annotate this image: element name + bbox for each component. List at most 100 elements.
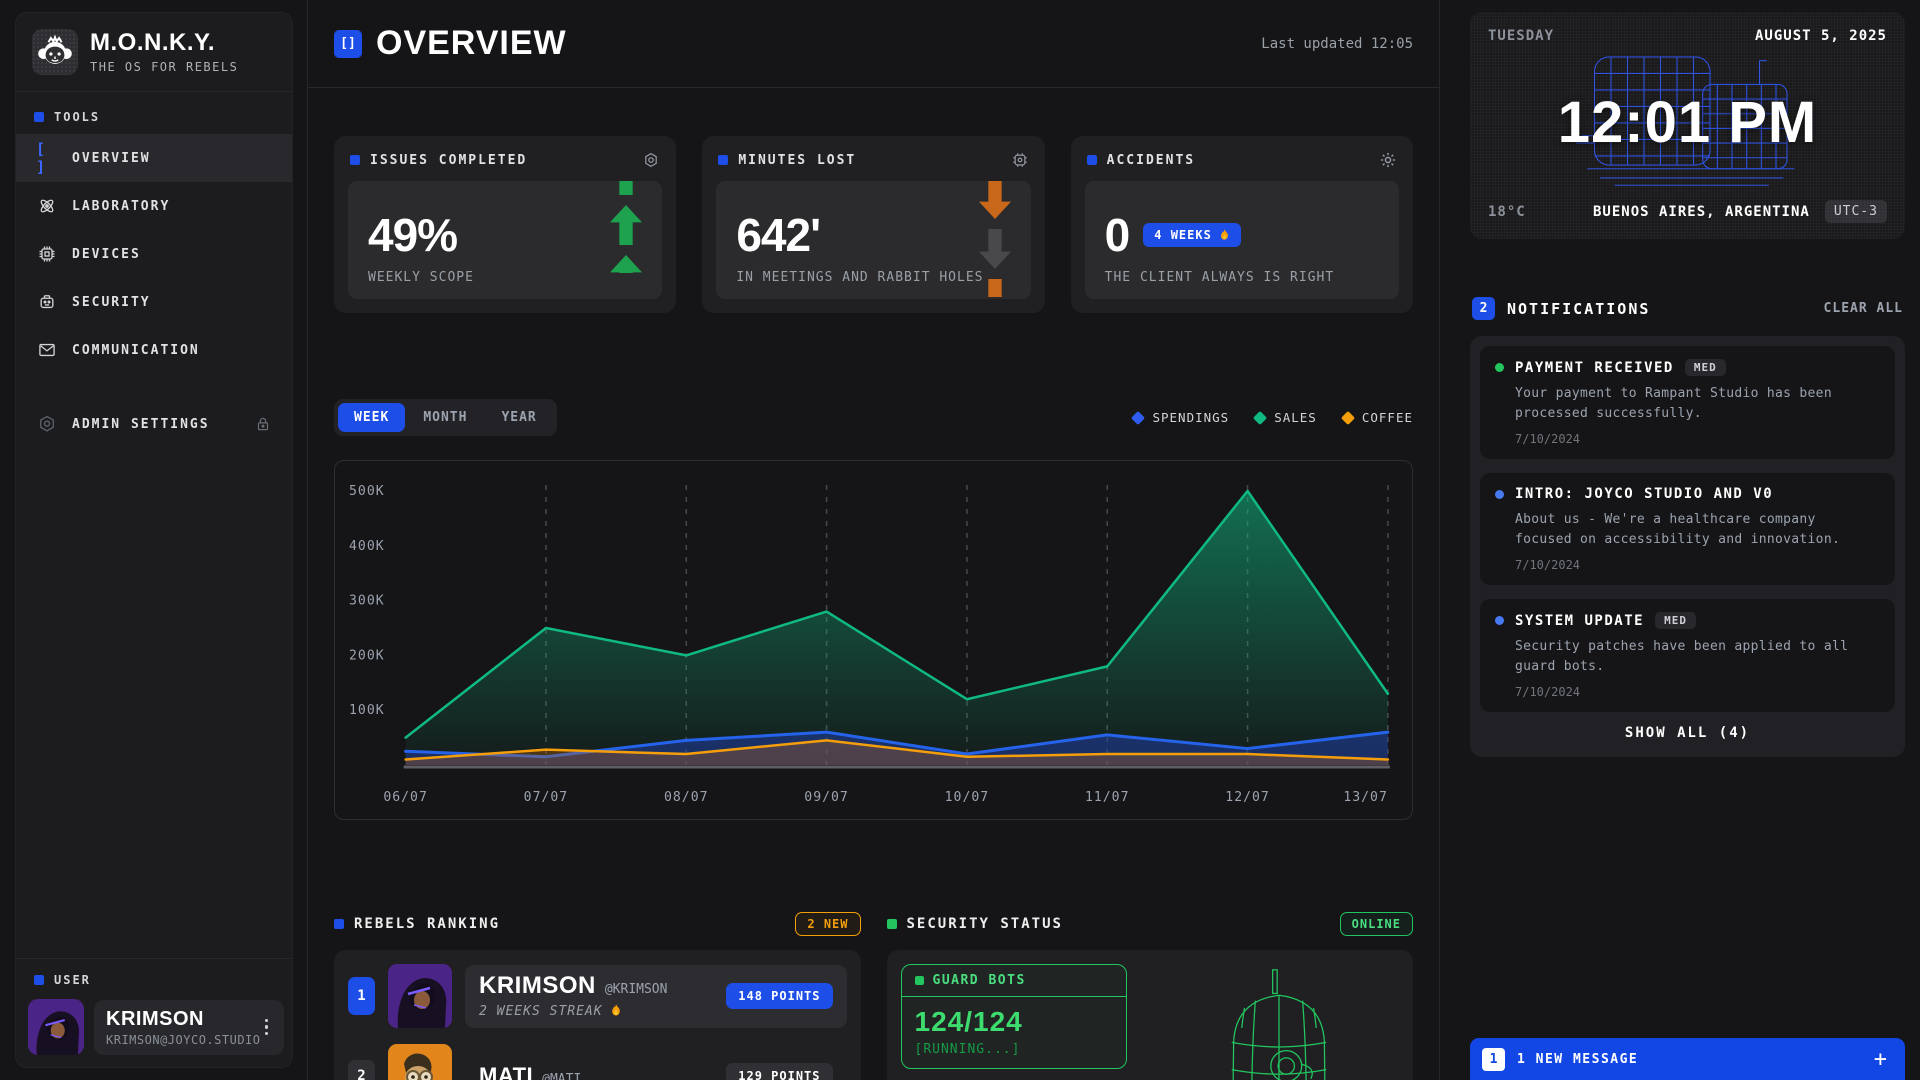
arrow-up-icon [610,181,642,195]
guard-bots-value: 124/124 [915,1006,1113,1038]
tab-year[interactable]: YEAR [485,403,552,432]
notification-date: 7/10/2024 [1495,685,1880,699]
ranking-row-2[interactable]: 2 [348,1044,847,1080]
sidebar-item-laboratory[interactable]: LABORATORY [16,182,292,230]
plus-icon[interactable]: + [1868,1047,1893,1072]
points-badge: 129 POINTS [726,1063,832,1080]
rebel-handle: @KRIMSON [605,982,668,997]
trend-chart-card: 100K200K300K400K500K06/0707/0708/0709/07… [334,460,1413,820]
notification-system-update[interactable]: SYSTEM UPDATE MED Security patches have … [1480,599,1895,712]
notification-intro[interactable]: INTRO: JOYCO STUDIO AND V0 About us - We… [1480,473,1895,585]
dashboard-screen: M.O.N.K.Y. THE OS FOR REBELS TOOLS [ ] O… [0,0,1920,1080]
arrow-down-icon [979,279,1011,297]
right-panel: TUESDAY AUGUST 5, 2025 [1440,0,1920,1080]
avatar [388,1044,452,1080]
last-updated: Last updated 12:05 [1261,36,1413,52]
flame-icon [1219,229,1230,242]
svg-text:500K: 500K [349,484,385,499]
status-dot [1495,490,1504,499]
sidebar-item-security[interactable]: SECURITY [16,278,292,326]
notification-count-badge: 2 [1472,297,1495,320]
trend-chart-svg: 100K200K300K400K500K06/0707/0708/0709/07… [347,477,1398,813]
stat-sublabel: WEEKLY SCOPE [368,270,642,285]
stat-card-accidents: ACCIDENTS 0 4 WEEKS [1071,136,1413,313]
chip-gear-icon[interactable] [1011,151,1029,169]
clear-all-button[interactable]: CLEAR ALL [1824,301,1903,316]
nut-icon [36,414,58,434]
gear-icon[interactable] [642,151,660,169]
notification-date: 7/10/2024 [1495,558,1880,572]
page-header: [] OVERVIEW Last updated 12:05 [308,0,1439,88]
sidebar-item-overview[interactable]: [ ] OVERVIEW [16,134,292,182]
stat-card-issues: ISSUES COMPLETED 49% WEEKLY SCOPE [334,136,676,313]
temperature: 18°C [1488,204,1578,220]
weekday: TUESDAY [1488,28,1554,44]
monkey-icon [32,29,78,75]
trend-up-arrows [606,181,646,273]
brackets-icon: [ ] [36,140,58,176]
svg-text:06/07: 06/07 [383,790,428,805]
trend-down-arrows [975,181,1015,297]
rank-badge: 2 [348,1060,375,1080]
arrow-down-icon [979,229,1011,269]
svg-text:13/07: 13/07 [1343,790,1388,805]
avatar [388,964,452,1028]
card-bullet [1087,155,1097,165]
utc-offset: UTC-3 [1825,200,1887,223]
section-bullet [34,975,44,985]
kebab-menu-icon[interactable] [261,1015,273,1040]
card-bullet [915,976,924,985]
points-badge: 148 POINTS [726,983,832,1009]
section-bullet [887,919,897,929]
rebel-streak: 2 WEEKS STREAK [479,1004,667,1019]
stat-sublabel: IN MEETINGS AND RABBIT HOLES [736,270,1010,285]
chart-controls: WEEK MONTH YEAR SPENDINGS SALES COFFEE [334,399,1413,436]
stat-value: 49% [368,212,642,258]
show-all-button[interactable]: SHOW ALL (4) [1480,712,1895,747]
status-dot [1495,363,1504,372]
svg-text:10/07: 10/07 [945,790,990,805]
priority-chip: MED [1685,359,1726,376]
location: BUENOS AIRES, ARGENTINA [1578,204,1825,220]
svg-text:11/07: 11/07 [1085,790,1130,805]
user-name: KRIMSON [106,1008,261,1030]
current-time: 12:01 PM [1558,89,1817,156]
tools-section-label: TOOLS [16,92,292,134]
diamond-icon [1253,410,1267,424]
rebels-ranking-section: REBELS RANKING 2 NEW 1 [334,912,861,1080]
sidebar-item-devices[interactable]: DEVICES [16,230,292,278]
app-name: M.O.N.K.Y. [90,31,238,55]
stat-cards: ISSUES COMPLETED 49% WEEKLY SCOPE [334,136,1413,313]
legend-spendings[interactable]: SPENDINGS [1133,410,1229,425]
ranking-row-1[interactable]: 1 [348,964,847,1028]
guard-bots-card: GUARD BOTS 124/124 [RUNNING...] [901,964,1127,1069]
atom-icon [36,196,58,216]
legend-coffee[interactable]: COFFEE [1343,410,1413,425]
arrow-down-icon [979,181,1011,219]
new-count-badge: 2 NEW [795,912,860,936]
mail-icon [36,340,58,360]
svg-text:300K: 300K [349,594,385,609]
user-section: USER K [16,958,292,1067]
period-tabs: WEEK MONTH YEAR [334,399,557,436]
new-message-bar[interactable]: 1 1 NEW MESSAGE + [1470,1038,1905,1080]
svg-text:12/07: 12/07 [1225,790,1270,805]
notifications-header: 2 NOTIFICATIONS CLEAR ALL [1470,297,1905,320]
notification-payment[interactable]: PAYMENT RECEIVED MED Your payment to Ram… [1480,346,1895,459]
sidebar-item-communication[interactable]: COMMUNICATION [16,326,292,374]
stat-sublabel: THE CLIENT ALWAYS IS RIGHT [1105,270,1379,285]
sidebar-item-admin-settings[interactable]: ADMIN SETTINGS [16,400,292,448]
tab-week[interactable]: WEEK [338,403,405,432]
sidebar: M.O.N.K.Y. THE OS FOR REBELS TOOLS [ ] O… [0,0,307,1080]
arrow-up-icon [610,205,642,245]
ranking-panel: 1 [334,950,861,1080]
status-dot [1495,616,1504,625]
legend-sales[interactable]: SALES [1255,410,1317,425]
svg-text:400K: 400K [349,539,385,554]
user-avatar [28,999,84,1055]
diamond-icon [1131,410,1145,424]
tab-month[interactable]: MONTH [407,403,483,432]
cog-icon[interactable] [1379,151,1397,169]
rank-badge: 1 [348,977,375,1015]
sidebar-menu: [ ] OVERVIEW LABORATORY [16,134,292,448]
